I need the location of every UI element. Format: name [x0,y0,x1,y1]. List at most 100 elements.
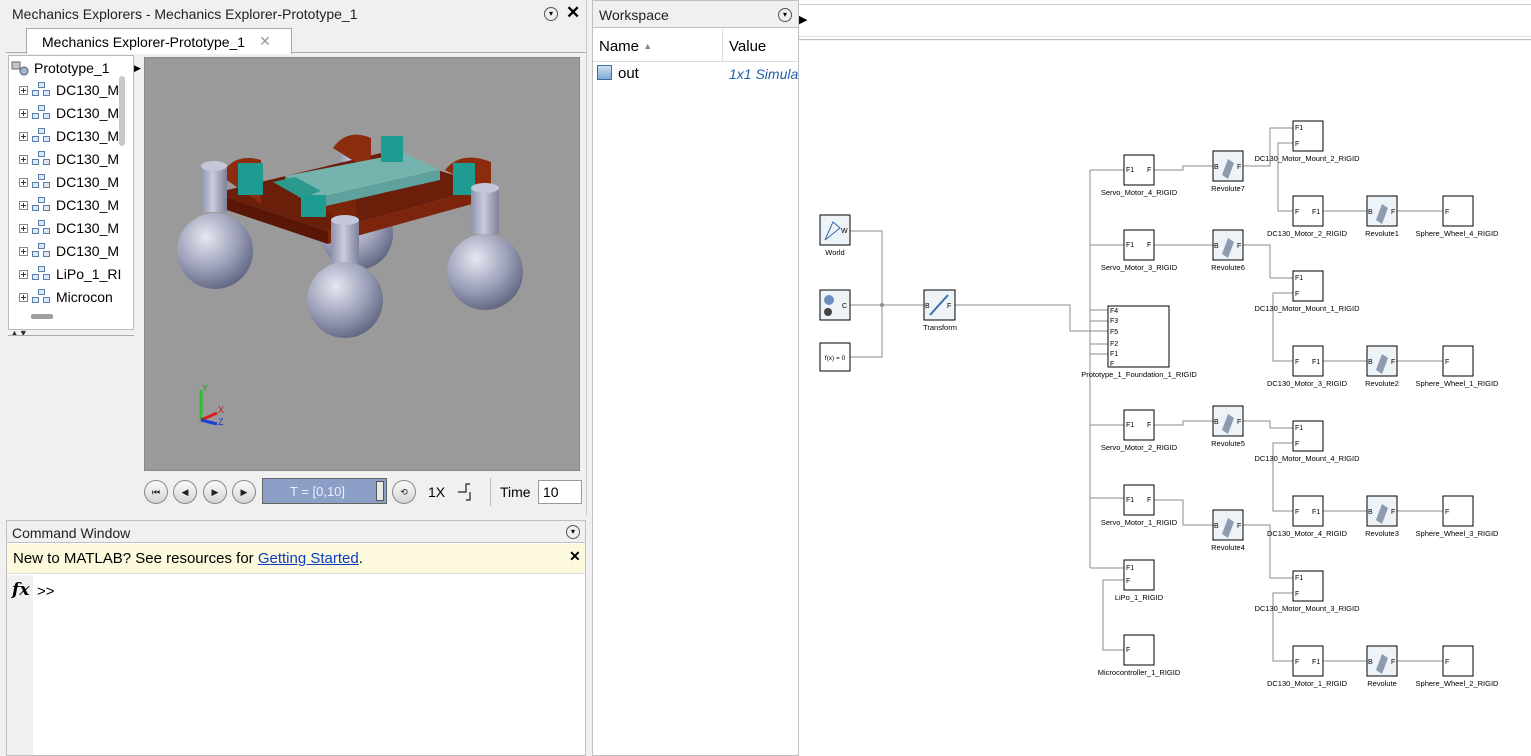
block-mount2: DC130_Motor_Mount_2_RIGID [1254,154,1360,163]
port-label: C [842,303,847,310]
skip-to-start-button[interactable]: ⏮ [144,480,168,504]
block-wheel2: Sphere_Wheel_2_RIGID [1416,679,1500,688]
port-label: F3 [1110,318,1118,325]
block-motor4: DC130_Motor_4_RIGID [1267,529,1348,538]
block-rev7: Revolute7 [1211,184,1245,193]
block-motor3: DC130_Motor_3_RIGID [1267,379,1348,388]
port-label: F [1237,419,1241,426]
port-label: B [1368,209,1373,216]
expand-icon[interactable] [19,131,28,141]
time-range-slider[interactable]: T = [0,10] [262,478,387,504]
expand-icon[interactable] [19,223,28,233]
tree-item-label: DC130_M [56,174,120,190]
tree-root[interactable]: Prototype_1 [11,57,110,79]
port-label: F1 [1110,351,1118,358]
block-rev5: Revolute5 [1211,439,1245,448]
tree-item[interactable]: DC130_M [19,125,119,147]
tree-item[interactable]: LiPo_1_RI [19,263,121,285]
time-range-label: T = [0,10] [289,483,346,499]
tree-item[interactable]: DC130_M [19,171,119,193]
tree-item[interactable]: DC130_M [19,102,119,124]
robot-3d-render [177,134,523,426]
play-button[interactable]: ▶ [203,480,227,504]
tree-bottom-divider [8,335,134,336]
block-wheel1: Sphere_Wheel_1_RIGID [1416,379,1500,388]
tree-item[interactable]: DC130_M [19,194,119,216]
port-label: F [1445,659,1449,666]
port-label: B [1214,243,1219,250]
subsystem-icon [32,174,52,190]
speed-step-icon[interactable] [456,480,480,502]
close-icon[interactable]: ✕ [566,3,580,23]
tree-item-label: DC130_M [56,220,120,236]
variable-value: 1x1 Simula [729,66,799,82]
port-label: F1 [1126,167,1134,174]
subsystem-icon [32,82,52,98]
block-rev3: Revolute3 [1365,529,1399,538]
tree-item[interactable]: DC130_M [19,79,119,101]
playback-speed[interactable]: 1X [428,484,445,500]
expand-icon[interactable] [19,269,28,279]
port-label: F1 [1295,425,1303,432]
expand-icon[interactable] [19,108,28,118]
slider-handle[interactable] [376,481,384,501]
tree-collapse-icon[interactable]: ▲▼ [10,328,28,338]
command-prompt[interactable]: >> [37,583,55,600]
port-label: F [1237,523,1241,530]
port-label: B [1368,659,1373,666]
tree-item-label: LiPo_1_RI [56,266,122,282]
tab-mechanics-explorer[interactable]: Mechanics Explorer-Prototype_1 ✕ [26,28,292,54]
expand-icon[interactable] [19,292,28,302]
tree-item[interactable]: DC130_M [19,217,119,239]
column-name-label: Name [599,38,640,55]
step-forward-button[interactable]: ▶ [232,480,256,504]
panel-menu-icon[interactable]: ▾ [544,7,558,21]
time-input[interactable]: 10 [538,480,582,504]
port-label: B [1368,509,1373,516]
subsystem-icon [32,197,52,213]
getting-started-link[interactable]: Getting Started [258,550,359,567]
port-label: F [1445,209,1449,216]
expand-icon[interactable] [19,154,28,164]
simulink-toolbar-strip: ▶ [799,0,1531,40]
block-mount4: DC130_Motor_Mount_4_RIGID [1254,454,1360,463]
port-label: F [1391,509,1395,516]
panel-menu-icon[interactable]: ▾ [566,525,580,539]
port-label: F1 [1126,497,1134,504]
panel-menu-icon[interactable]: ▾ [778,8,792,22]
tab-close-icon[interactable]: ✕ [259,33,271,50]
tree-horizontal-scrollbar[interactable] [31,314,53,319]
3d-viewport[interactable]: Y X Z [144,57,580,471]
expand-icon[interactable] [19,177,28,187]
banner-close-icon[interactable]: ✕ [569,548,581,565]
step-back-button[interactable]: ◀ [173,480,197,504]
simulink-canvas[interactable]: W C B F F4 F3 F5 F2 F1 F F1 F F1 F F1 F … [799,41,1531,756]
port-label: F [1147,422,1151,429]
tree-item[interactable]: Microcon [19,286,113,308]
tree-item[interactable]: DC130_M [19,240,119,262]
port-label: B [1214,419,1219,426]
block-mount3: DC130_Motor_Mount_3_RIGID [1254,604,1360,613]
loop-button[interactable]: ⟲ [392,480,416,504]
tree-item[interactable]: DC130_M [19,148,119,170]
variable-name: out [618,65,639,82]
table-row[interactable]: out 1x1 Simula [593,62,798,86]
mechanics-window-title: Mechanics Explorers - Mechanics Explorer… [12,6,358,22]
block-servo1: Servo_Motor_1_RIGID [1101,518,1178,527]
port-label: F [947,303,951,310]
port-label: B [1368,359,1373,366]
expand-icon[interactable] [19,85,28,95]
expand-icon[interactable] [19,200,28,210]
port-label: F [1295,141,1299,148]
workspace-column-header-value[interactable]: Value [723,29,798,62]
function-browser-icon[interactable]: fx [12,580,29,600]
expand-icon[interactable] [19,246,28,256]
tree-expand-arrow[interactable]: ▶ [134,63,141,74]
port-label: F1 [1126,422,1134,429]
tree-vertical-scrollbar[interactable] [119,76,125,146]
port-label: F1 [1312,659,1320,666]
workspace-column-header-name[interactable]: Name ▲ [593,29,723,62]
block-rev1: Revolute1 [1365,229,1399,238]
expand-arrow-icon[interactable]: ▶ [799,13,807,26]
port-label: F [1295,291,1299,298]
